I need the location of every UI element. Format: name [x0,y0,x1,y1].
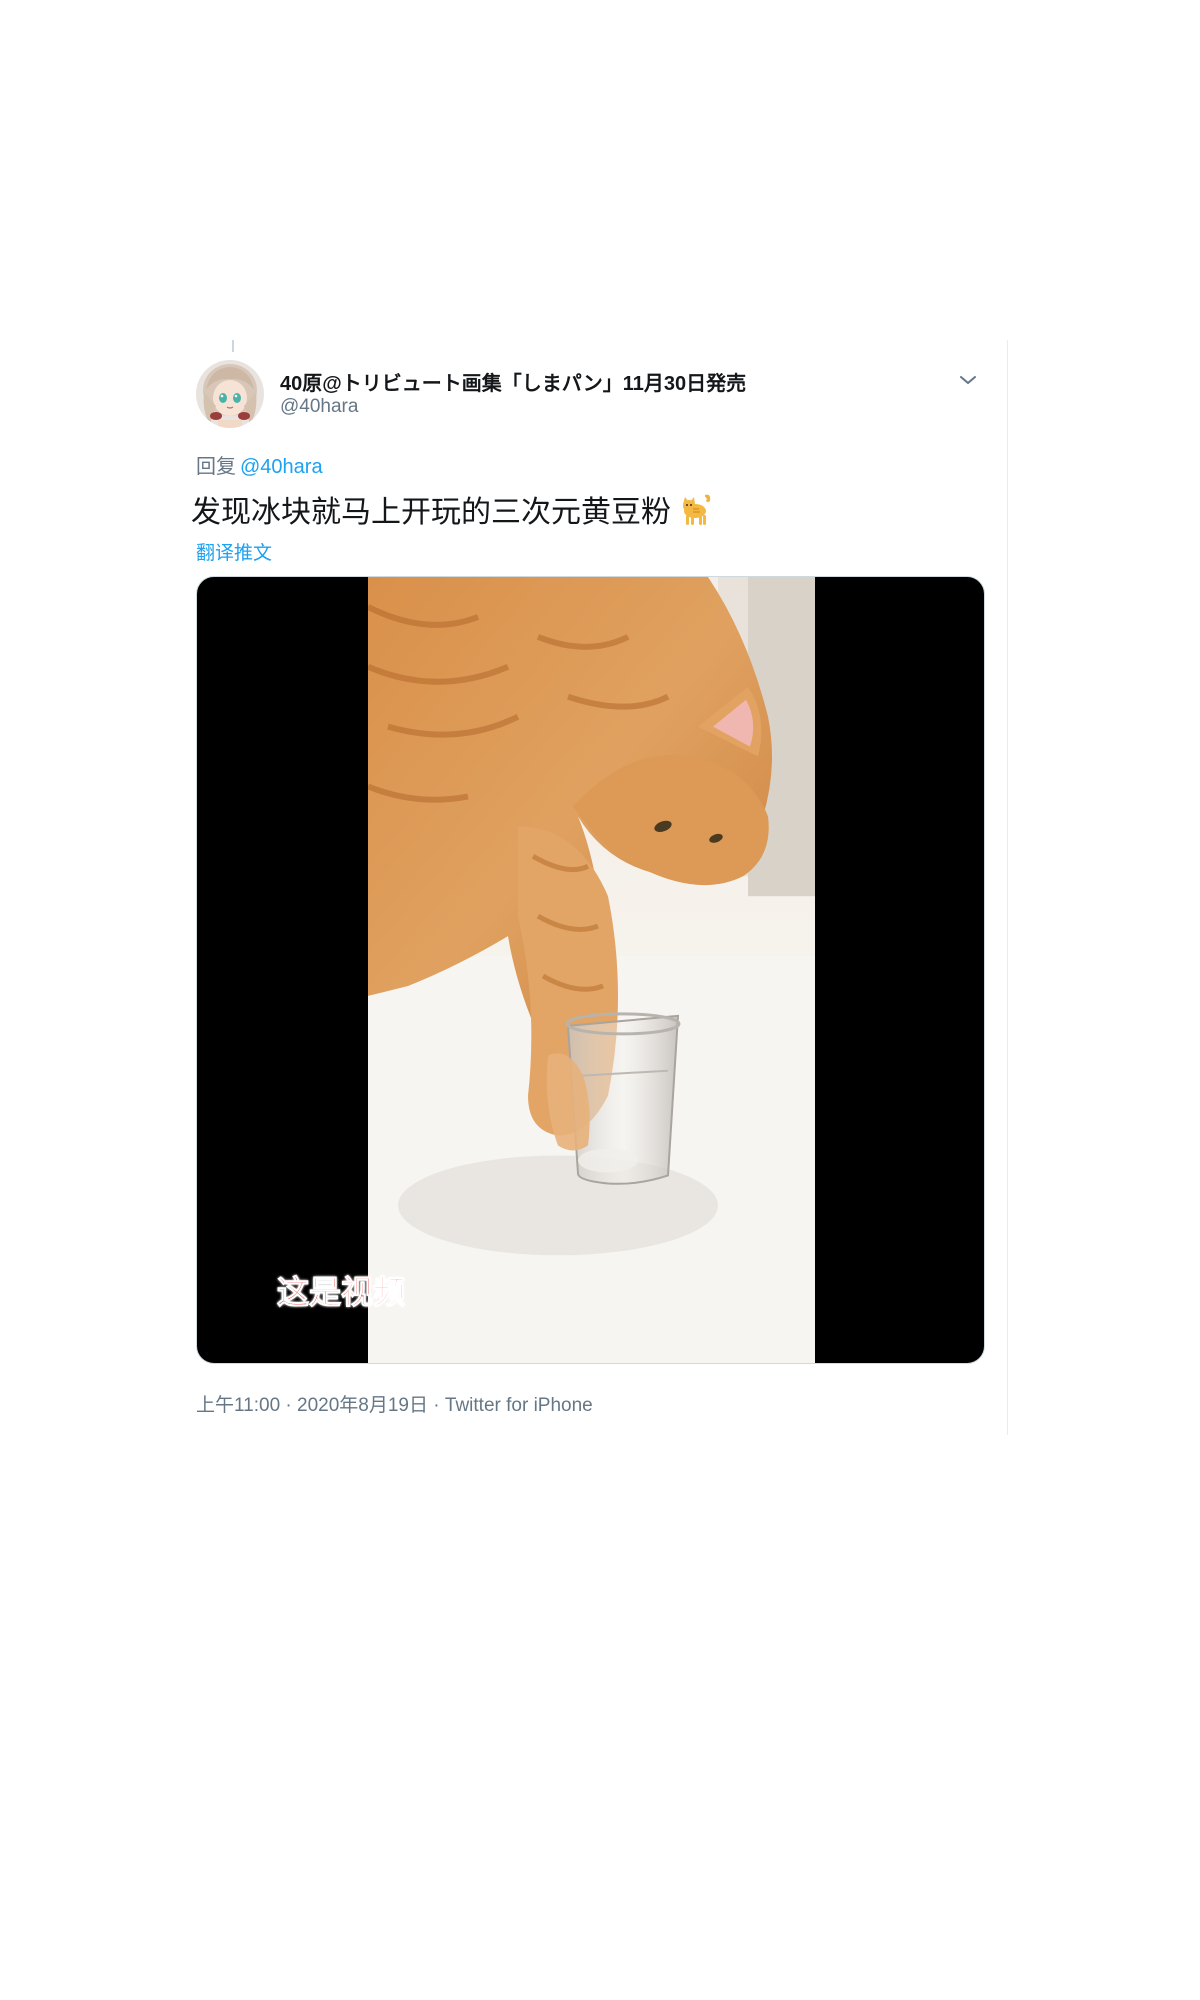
tweet-card: 40原@トリビュート画集「しまパン」11月30日発売 @40hara 回复 @40… [176,340,1008,1435]
video-frame[interactable] [368,577,815,1363]
tweet-date[interactable]: 2020年8月19日 [297,1395,428,1416]
reply-prefix: 回复 [196,456,236,478]
tweet-text-content: 发现冰块就马上开玩的三次元黄豆粉 [191,496,671,529]
meta-separator: · [280,1395,298,1416]
tweet-source-link[interactable]: Twitter for iPhone [445,1395,593,1416]
meta-separator: · [428,1395,445,1416]
user-display-name[interactable]: 40原@トリビュート画集「しまパン」11月30日発売 [280,367,746,396]
tweet-metadata: 上午11:00 · 2020年8月19日 · Twitter for iPhon… [196,1390,593,1417]
card-divider [1007,340,1008,1435]
tweet-time[interactable]: 上午11:00 [196,1395,280,1416]
translate-tweet-link[interactable]: 翻译推文 [196,538,272,565]
reply-context: 回复 @40hara [196,450,323,479]
avatar-girl-illustration-icon [196,360,264,428]
video-caption-overlay: 这是视频 [276,1273,406,1312]
cat-emoji-icon [675,489,715,529]
tweet-media-video[interactable]: 这是视频 [196,576,985,1364]
chevron-down-icon [960,376,976,384]
video-thumbnail-cat-icon [368,577,815,1363]
avatar[interactable] [196,360,264,428]
reply-handle-link[interactable]: @40hara [240,456,323,478]
thread-connector-line [232,340,234,352]
tweet-text: 发现冰块就马上开玩的三次元黄豆粉 [191,487,715,531]
tweet-menu-button[interactable] [956,368,980,392]
user-handle[interactable]: @40hara [280,396,358,418]
